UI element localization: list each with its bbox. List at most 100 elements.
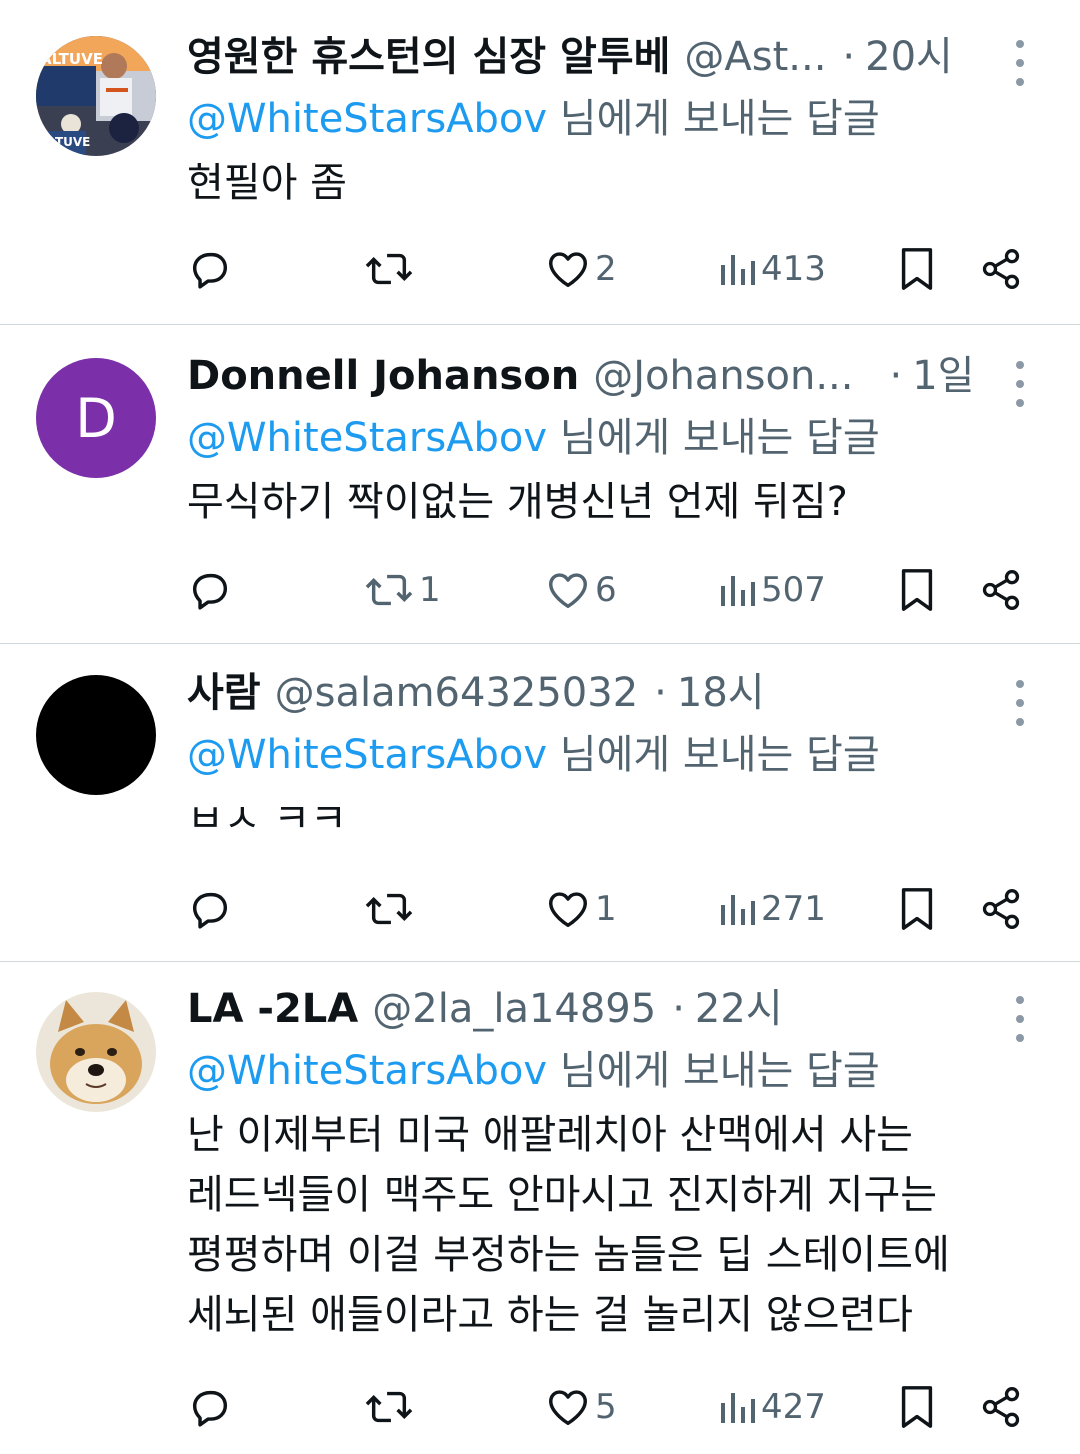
tweet-header: LA -2LA @2la_la14895 · 22시	[187, 980, 1040, 1038]
action-bar: 1 6 507	[187, 565, 1047, 615]
bookmark-button[interactable]	[897, 884, 937, 934]
tweet-text: 난 이제부터 미국 애팔레치아 산맥에서 사는 레드넥들이 맥주도 안마시고 진…	[187, 1112, 950, 1338]
retweet-button[interactable]	[363, 244, 419, 294]
tweet-header: Donnell Johanson @Johanson... · 1일	[187, 347, 1040, 405]
reply-icon	[192, 252, 228, 289]
tweet[interactable]: D Donnell Johanson @Johanson... · 1일 @Wh…	[0, 325, 1080, 644]
mention-link[interactable]: @WhiteStarsAbov	[187, 415, 547, 461]
bookmark-button[interactable]	[897, 565, 937, 615]
replying-to: @WhiteStarsAbov 님에게 보내는 답글	[187, 1041, 1040, 1101]
like-icon	[549, 892, 587, 928]
share-button[interactable]	[979, 884, 1023, 934]
retweet-icon	[365, 253, 413, 285]
share-icon	[982, 249, 1020, 289]
action-bar: 2 413	[187, 244, 1047, 294]
tweet-text: 무식하기 짝이없는 개병신년 언제 뒤짐?	[187, 479, 848, 525]
tweet[interactable]: 사람 @salam64325032 · 18시 @WhiteStarsAbov …	[0, 644, 1080, 962]
views-button[interactable]: 271	[717, 884, 826, 934]
like-button[interactable]: 6	[545, 565, 617, 615]
display-name[interactable]: 사람	[187, 664, 261, 722]
views-icon	[721, 1393, 755, 1423]
retweet-button[interactable]	[363, 884, 419, 934]
timestamp[interactable]: 18시	[677, 664, 765, 722]
retweet-button[interactable]: 1	[363, 565, 441, 615]
views-button[interactable]: 427	[717, 1382, 826, 1432]
replying-label: 님에게 보내는 답글	[547, 1048, 880, 1094]
user-handle[interactable]: @Ast...	[684, 28, 826, 86]
replying-label: 님에게 보내는 답글	[547, 415, 880, 461]
reply-button[interactable]	[187, 244, 233, 294]
display-name[interactable]: LA -2LA	[187, 980, 358, 1038]
reply-icon	[192, 573, 228, 610]
more-icon[interactable]	[1000, 361, 1040, 407]
separator-dot: ·	[672, 986, 685, 1032]
like-button[interactable]: 2	[545, 244, 617, 294]
tweet-header: 영원한 휴스턴의 심장 알투베 @Ast... · 20시	[187, 28, 1040, 86]
bookmark-icon	[901, 1386, 933, 1428]
share-button[interactable]	[979, 1382, 1023, 1432]
reply-icon	[192, 1390, 228, 1427]
tweet-text: 현필아 좀	[187, 160, 347, 206]
share-button[interactable]	[979, 244, 1023, 294]
user-handle[interactable]: @2la_la14895	[372, 980, 656, 1038]
replying-to: @WhiteStarsAbov 님에게 보내는 답글	[187, 725, 1040, 785]
mention-link[interactable]: @WhiteStarsAbov	[187, 96, 547, 142]
avatar[interactable]: ALTUVE ALTUVE	[36, 36, 156, 156]
like-button[interactable]: 5	[545, 1382, 617, 1432]
retweet-button[interactable]	[363, 1382, 419, 1432]
mention-link[interactable]: @WhiteStarsAbov	[187, 1048, 547, 1094]
more-icon[interactable]	[1000, 680, 1040, 726]
more-icon[interactable]	[1000, 40, 1040, 86]
retweet-icon	[365, 893, 413, 925]
share-button[interactable]	[979, 565, 1023, 615]
share-icon	[982, 570, 1020, 610]
like-count: 5	[595, 1387, 617, 1427]
avatar[interactable]	[36, 675, 156, 795]
retweet-icon	[365, 574, 413, 606]
bookmark-icon	[901, 888, 933, 930]
avatar-logo-text: ALTUVE	[40, 50, 103, 68]
replying-label: 님에게 보내는 답글	[547, 732, 880, 778]
tweet-header: 사람 @salam64325032 · 18시	[187, 664, 1040, 722]
reply-button[interactable]	[187, 884, 233, 934]
display-name[interactable]: 영원한 휴스턴의 심장 알투베	[187, 28, 670, 86]
avatar[interactable]	[36, 992, 156, 1112]
user-handle[interactable]: @salam64325032	[275, 664, 639, 722]
replying-to: @WhiteStarsAbov 님에게 보내는 답글	[187, 408, 1040, 468]
timestamp[interactable]: 1일	[912, 347, 974, 405]
action-bar: 5 427	[187, 1382, 1047, 1432]
views-button[interactable]: 413	[717, 244, 826, 294]
views-icon	[721, 576, 755, 606]
more-icon[interactable]	[1000, 996, 1040, 1042]
tweet[interactable]: LA -2LA @2la_la14895 · 22시 @WhiteStarsAb…	[0, 962, 1080, 1454]
svg-text:ALTUVE: ALTUVE	[40, 135, 90, 149]
view-count: 413	[761, 249, 826, 289]
like-count: 2	[595, 249, 617, 289]
like-icon	[549, 1390, 587, 1426]
replying-to: @WhiteStarsAbov 님에게 보내는 답글	[187, 89, 1040, 149]
bookmark-button[interactable]	[897, 244, 937, 294]
like-icon	[549, 573, 587, 609]
reply-icon	[192, 892, 228, 929]
tweet[interactable]: ALTUVE ALTUVE 영원한 휴스턴의 심장 알투베 @Ast... · …	[0, 0, 1080, 325]
retweet-count: 1	[419, 570, 441, 610]
like-count: 1	[595, 889, 617, 929]
bookmark-icon	[901, 248, 933, 290]
avatar-letter: D	[75, 386, 117, 450]
like-button[interactable]: 1	[545, 884, 617, 934]
tweet-text: ㅂㅅ ㅋㅋ	[187, 796, 347, 835]
views-button[interactable]: 507	[717, 565, 826, 615]
reply-button[interactable]	[187, 565, 233, 615]
user-handle[interactable]: @Johanson...	[593, 347, 853, 405]
mention-link[interactable]: @WhiteStarsAbov	[187, 732, 547, 778]
timestamp[interactable]: 22시	[695, 980, 783, 1038]
reply-button[interactable]	[187, 1382, 233, 1432]
avatar[interactable]: D	[36, 358, 156, 478]
display-name[interactable]: Donnell Johanson	[187, 347, 579, 405]
bookmark-button[interactable]	[897, 1382, 937, 1432]
views-icon	[721, 255, 755, 285]
view-count: 427	[761, 1387, 826, 1427]
timestamp[interactable]: 20시	[865, 28, 953, 86]
like-icon	[549, 252, 587, 288]
replying-label: 님에게 보내는 답글	[547, 96, 880, 142]
